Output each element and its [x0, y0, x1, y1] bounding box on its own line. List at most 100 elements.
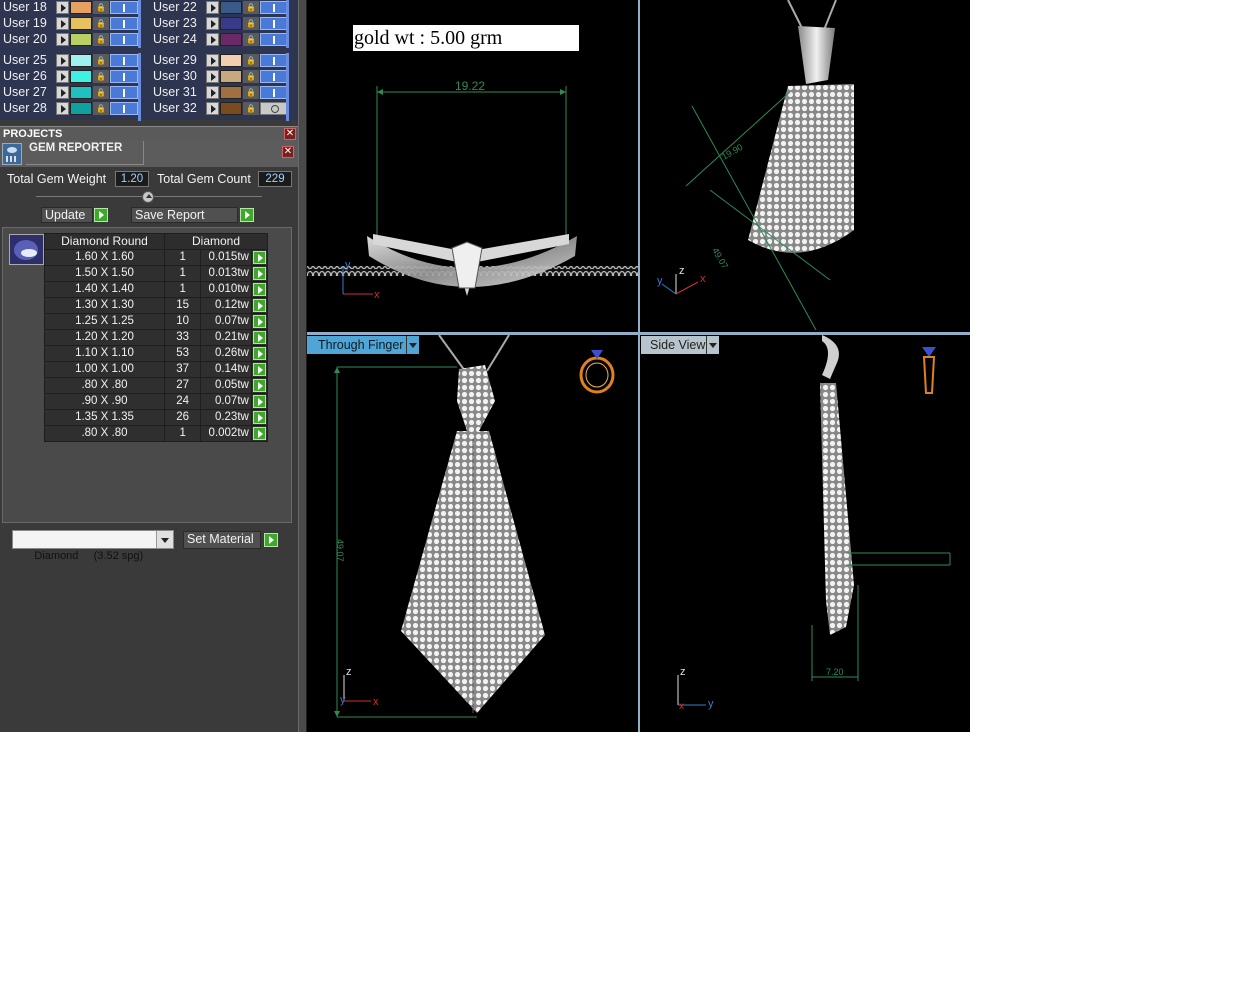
- play-icon[interactable]: [252, 411, 266, 424]
- update-go-icon[interactable]: [94, 208, 108, 222]
- chevron-down-icon[interactable]: [406, 336, 419, 354]
- lock-icon[interactable]: 🔒: [243, 54, 259, 67]
- viewport-front[interactable]: 49.07 z y x Through Finger: [307, 335, 638, 732]
- visibility-toggle[interactable]: [110, 86, 138, 99]
- gem-table-row[interactable]: 1.20 X 1.20 33 0.21tw: [44, 329, 269, 346]
- visibility-toggle[interactable]: [260, 1, 288, 14]
- layer-row[interactable]: User 19 🔒: [3, 16, 143, 31]
- lock-icon[interactable]: 🔒: [93, 54, 109, 67]
- projects-close-icon[interactable]: ✕: [284, 128, 296, 140]
- gem-table-row[interactable]: 1.30 X 1.30 15 0.12tw: [44, 297, 269, 314]
- layer-expand-icon[interactable]: [206, 54, 219, 67]
- layer-color-swatch[interactable]: [220, 33, 242, 46]
- lock-icon[interactable]: 🔒: [93, 86, 109, 99]
- lock-icon[interactable]: 🔒: [243, 17, 259, 30]
- layer-row[interactable]: User 27 🔒: [3, 85, 143, 100]
- visibility-toggle[interactable]: [110, 1, 138, 14]
- play-icon[interactable]: [252, 427, 266, 440]
- layer-row[interactable]: User 22 🔒: [153, 0, 293, 15]
- layer-color-swatch[interactable]: [70, 86, 92, 99]
- layer-expand-icon[interactable]: [56, 54, 69, 67]
- layer-color-swatch[interactable]: [220, 17, 242, 30]
- layer-color-swatch[interactable]: [220, 54, 242, 67]
- play-icon[interactable]: [252, 379, 266, 392]
- layer-row[interactable]: User 29 🔒: [153, 53, 293, 68]
- gem-table-row[interactable]: 1.60 X 1.60 1 0.015tw: [44, 249, 269, 266]
- layer-row[interactable]: User 26 🔒: [3, 69, 143, 84]
- visibility-toggle[interactable]: [260, 70, 288, 83]
- play-icon[interactable]: [252, 251, 266, 264]
- viewport-perspective[interactable]: 19.90 49.07 z y x: [640, 0, 970, 332]
- layer-row[interactable]: User 18 🔒: [3, 0, 143, 15]
- layer-row[interactable]: User 31 🔒: [153, 85, 293, 100]
- play-icon[interactable]: [252, 267, 266, 280]
- layer-expand-icon[interactable]: [206, 33, 219, 46]
- visibility-toggle[interactable]: [110, 17, 138, 30]
- lock-icon[interactable]: 🔒: [93, 70, 109, 83]
- gem-table-row[interactable]: 1.25 X 1.25 10 0.07tw: [44, 313, 269, 330]
- gem-reporter-close-icon[interactable]: ✕: [282, 146, 294, 158]
- save-report-go-icon[interactable]: [240, 208, 254, 222]
- lock-icon[interactable]: 🔒: [93, 102, 109, 115]
- visibility-toggle[interactable]: [110, 70, 138, 83]
- lock-icon[interactable]: 🔒: [243, 1, 259, 14]
- layer-row[interactable]: User 25 🔒: [3, 53, 143, 68]
- layer-expand-icon[interactable]: [56, 102, 69, 115]
- lock-icon[interactable]: 🔒: [93, 33, 109, 46]
- set-material-button[interactable]: Set Material: [183, 531, 261, 549]
- layer-color-swatch[interactable]: [220, 86, 242, 99]
- layer-color-swatch[interactable]: [220, 1, 242, 14]
- lock-icon[interactable]: 🔒: [243, 33, 259, 46]
- layer-color-swatch[interactable]: [70, 54, 92, 67]
- lock-icon[interactable]: 🔒: [243, 102, 259, 115]
- layer-color-swatch[interactable]: [70, 70, 92, 83]
- chevron-down-icon[interactable]: [156, 531, 173, 548]
- layer-row[interactable]: User 24 🔒: [153, 32, 293, 47]
- layer-color-swatch[interactable]: [70, 102, 92, 115]
- layer-row[interactable]: User 23 🔒: [153, 16, 293, 31]
- visibility-toggle[interactable]: [260, 54, 288, 67]
- lock-icon[interactable]: 🔒: [243, 86, 259, 99]
- gem-table-row[interactable]: .80 X .80 1 0.002tw: [44, 425, 269, 442]
- play-icon[interactable]: [252, 299, 266, 312]
- play-icon[interactable]: [252, 395, 266, 408]
- visibility-toggle[interactable]: [110, 102, 138, 115]
- play-icon[interactable]: [252, 315, 266, 328]
- visibility-toggle[interactable]: [110, 54, 138, 67]
- panel-splitter[interactable]: [298, 0, 307, 732]
- layer-expand-icon[interactable]: [56, 33, 69, 46]
- lock-icon[interactable]: 🔒: [93, 1, 109, 14]
- layer-expand-icon[interactable]: [206, 1, 219, 14]
- layer-expand-icon[interactable]: [206, 70, 219, 83]
- layer-row[interactable]: User 30 🔒: [153, 69, 293, 84]
- collapse-knob-icon[interactable]: [142, 191, 154, 203]
- chevron-down-icon[interactable]: [706, 336, 719, 354]
- lock-icon[interactable]: 🔒: [243, 70, 259, 83]
- material-select[interactable]: Diamond (3.52 spg): [12, 530, 174, 562]
- visibility-toggle[interactable]: [260, 33, 288, 46]
- lock-icon[interactable]: 🔒: [93, 17, 109, 30]
- layer-expand-icon[interactable]: [206, 86, 219, 99]
- gem-table-row[interactable]: 1.50 X 1.50 1 0.013tw: [44, 265, 269, 282]
- gem-table-row[interactable]: .80 X .80 27 0.05tw: [44, 377, 269, 394]
- set-material-go-icon[interactable]: [264, 533, 278, 547]
- layer-color-swatch[interactable]: [70, 1, 92, 14]
- gem-table-row[interactable]: 1.40 X 1.40 1 0.010tw: [44, 281, 269, 298]
- play-icon[interactable]: [252, 363, 266, 376]
- layer-expand-icon[interactable]: [206, 17, 219, 30]
- gem-table-row[interactable]: 1.00 X 1.00 37 0.14tw: [44, 361, 269, 378]
- gem-table-row[interactable]: .90 X .90 24 0.07tw: [44, 393, 269, 410]
- layer-expand-icon[interactable]: [56, 70, 69, 83]
- play-icon[interactable]: [252, 347, 266, 360]
- gem-table-row[interactable]: 1.35 X 1.35 26 0.23tw: [44, 409, 269, 426]
- layer-row[interactable]: User 20 🔒: [3, 32, 143, 47]
- layer-row[interactable]: User 28 🔒: [3, 101, 143, 116]
- play-icon[interactable]: [252, 283, 266, 296]
- layer-color-swatch[interactable]: [220, 102, 242, 115]
- update-button[interactable]: Update: [41, 207, 93, 223]
- play-icon[interactable]: [252, 331, 266, 344]
- layer-expand-icon[interactable]: [206, 102, 219, 115]
- view-mode-front-dropdown[interactable]: Through Finger: [307, 336, 419, 354]
- layer-color-swatch[interactable]: [70, 17, 92, 30]
- layer-expand-icon[interactable]: [56, 86, 69, 99]
